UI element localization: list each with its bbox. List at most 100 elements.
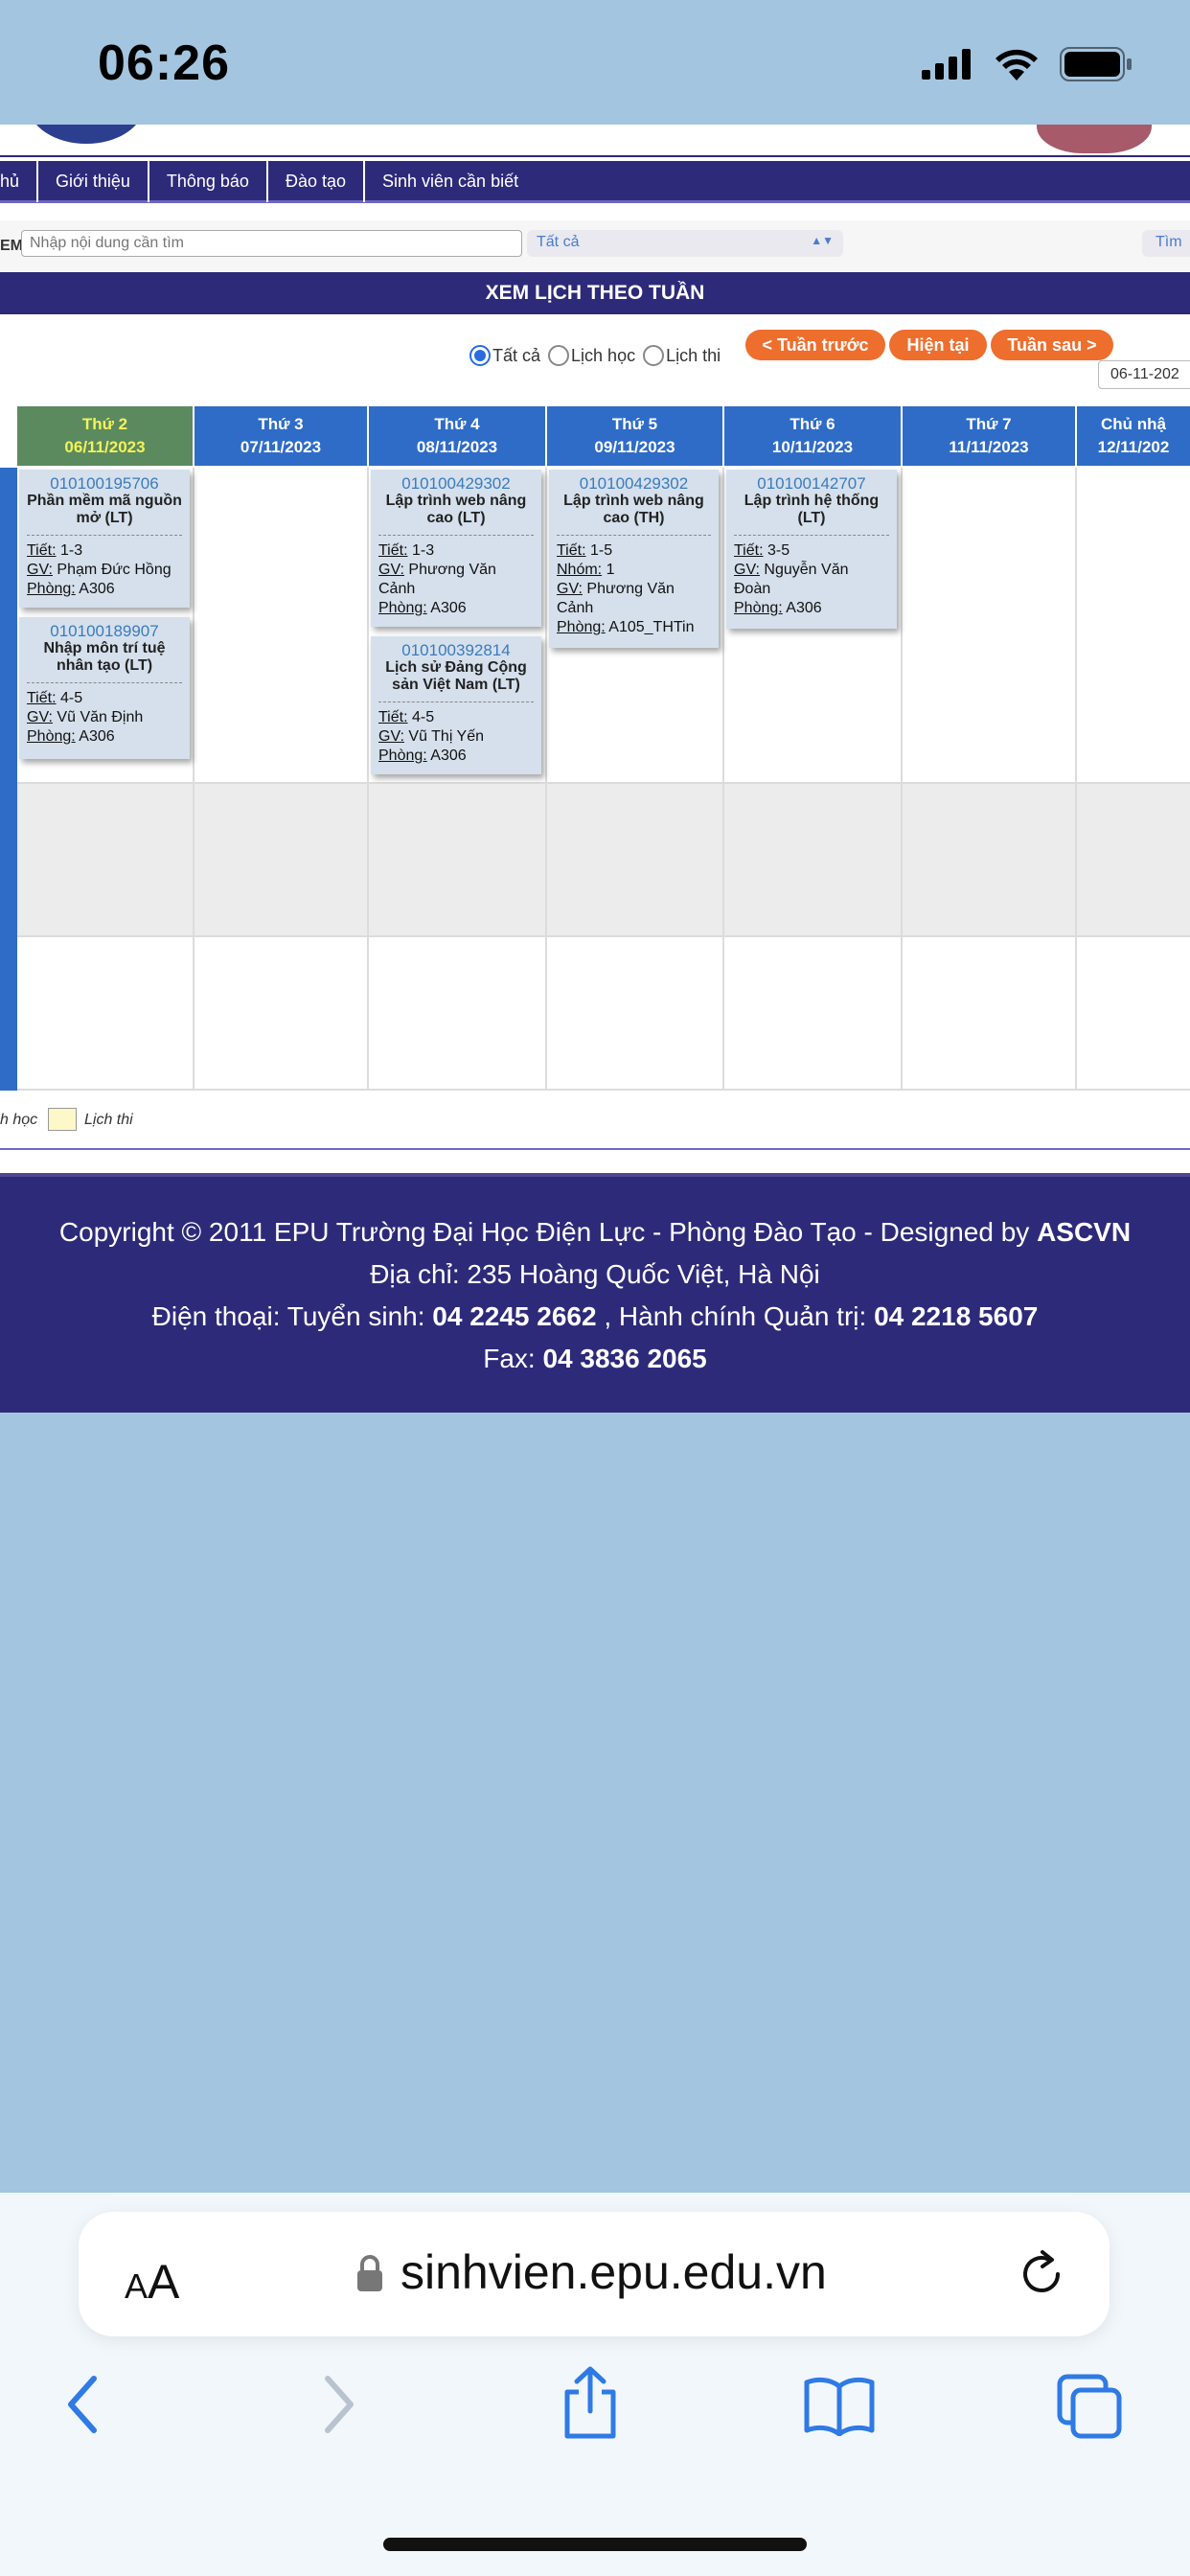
day-header-fri: Thứ 6 10/11/2023: [724, 406, 903, 466]
course-period: Tiết: 4-5: [378, 709, 435, 725]
footer-fax: Fax: 04 3836 2065: [483, 1344, 707, 1373]
day-date: 07/11/2023: [240, 438, 322, 456]
course-room: Phòng: A306: [734, 600, 822, 616]
radio-all[interactable]: Tất cả: [469, 345, 540, 366]
course-code: 010100142707: [757, 474, 866, 493]
course-divider: [378, 535, 534, 536]
day-name: Thứ 4: [434, 415, 480, 433]
main-nav: hủ Giới thiệu Thông báo Đào tạo Sinh viê…: [0, 159, 1190, 203]
course-room: Phòng: A306: [27, 728, 115, 745]
course-name: Phần mềm mã nguồn mở (LT): [27, 493, 182, 526]
chevron-updown-icon: ▲▼: [811, 234, 834, 247]
status-icons: [922, 44, 1133, 84]
day-header-thu: Thứ 5 09/11/2023: [547, 406, 724, 466]
day-date: 06/11/2023: [64, 438, 146, 456]
nav-item-notices[interactable]: Thông báo: [149, 159, 268, 202]
nav-item-student-info[interactable]: Sinh viên cần biết: [365, 160, 536, 202]
cell-sun-morning: [1077, 468, 1190, 784]
course-card[interactable]: 010100429302 Lập trình web nâng cao (LT)…: [371, 470, 541, 627]
reader-settings-button[interactable]: AA: [125, 2254, 179, 2310]
course-card[interactable]: 010100189907 Nhập môn trí tuệ nhân tạo (…: [19, 617, 190, 759]
course-period: Tiết: 3-5: [734, 542, 790, 559]
forward-icon[interactable]: [320, 2371, 358, 2438]
banner-image: [1037, 125, 1152, 153]
schedule-legend: h học Lịch thi: [0, 1096, 1190, 1150]
course-card[interactable]: 010100195706 Phần mềm mã nguồn mở (LT) T…: [19, 470, 190, 608]
course-code: 010100195706: [50, 474, 159, 493]
nav-item-about[interactable]: Giới thiệu: [38, 159, 149, 202]
radio-checked-icon: [469, 345, 491, 366]
course-card[interactable]: 010100429302 Lập trình web nâng cao (TH)…: [549, 470, 719, 648]
cell-sat-evening: [903, 937, 1077, 1091]
schedule-title: XEM LỊCH THEO TUẦN: [0, 272, 1190, 314]
day-name: Thứ 7: [966, 415, 1012, 433]
cellular-signal-icon: [922, 49, 971, 80]
cell-mon-afternoon: [17, 784, 195, 937]
filter-value: Tất cả: [537, 234, 580, 250]
cell-tue-morning: [195, 468, 369, 784]
course-code: 010100189907: [50, 622, 159, 640]
day-name: Thứ 5: [611, 415, 658, 433]
wifi-icon: [995, 49, 1038, 80]
radio-exam-label: Lịch thi: [666, 345, 721, 365]
day-date: 10/11/2023: [771, 438, 854, 456]
schedule-controls: Tất cả Lịch học Lịch thi < Tuần trước Hi…: [0, 316, 1190, 404]
cell-thu-evening: [547, 937, 724, 1091]
bookmarks-icon[interactable]: [803, 2375, 876, 2436]
course-name: Lịch sử Đảng Cộng sản Việt Nam (LT): [385, 659, 527, 693]
course-teacher: GV: Phạm Đức Hồng: [27, 562, 172, 578]
course-room: Phòng: A306: [378, 600, 467, 616]
course-group: Nhóm: 1: [557, 562, 615, 578]
cell-tue-afternoon: [195, 784, 369, 937]
cell-sat-morning: [903, 468, 1077, 784]
search-label: EM: [0, 238, 23, 254]
tabs-icon[interactable]: [1056, 2373, 1125, 2440]
cell-tue-evening: [195, 937, 369, 1091]
cell-wed-afternoon: [369, 784, 547, 937]
current-week-button[interactable]: Hiện tại: [889, 330, 987, 360]
day-header-wed: Thứ 4 08/11/2023: [369, 406, 547, 466]
webpage-viewport: hủ Giới thiệu Thông báo Đào tạo Sinh viê…: [0, 125, 1190, 1413]
nav-item-home[interactable]: hủ: [0, 159, 39, 202]
address-bar[interactable]: AA sinhvien.epu.edu.vn: [79, 2212, 1110, 2336]
site-footer: Copyright © 2011 EPU Trường Đại Học Điện…: [0, 1173, 1190, 1413]
radio-study[interactable]: Lịch học: [548, 345, 635, 366]
day-header-sun: Chủ nhậ 12/11/202: [1077, 406, 1190, 466]
date-input[interactable]: 06-11-202: [1098, 360, 1190, 389]
search-input[interactable]: [21, 230, 522, 257]
cell-mon-evening: [17, 937, 195, 1091]
radio-exam[interactable]: Lịch thi: [643, 345, 721, 366]
day-date: 11/11/2023: [949, 438, 1029, 456]
session-bar-morning: [0, 468, 17, 784]
search-filter-select[interactable]: Tất cả ▲▼: [527, 230, 843, 257]
course-period: Tiết: 1-3: [27, 542, 83, 559]
search-bar: EM Tất cả ▲▼ Tìm: [0, 220, 1190, 274]
legend-study-label: h học: [0, 1112, 38, 1128]
schedule-filter-radios: Tất cả Lịch học Lịch thi: [469, 345, 721, 366]
radio-all-label: Tất cả: [492, 345, 541, 365]
legend-exam-swatch: [48, 1108, 77, 1131]
cell-thu-afternoon: [547, 784, 724, 937]
footer-address: Địa chỉ: 235 Hoàng Quốc Việt, Hà Nội: [370, 1259, 820, 1289]
radio-unchecked-icon: [643, 345, 665, 366]
cell-wed-evening: [369, 937, 547, 1091]
banner-logo: [29, 125, 144, 144]
course-teacher: GV: Phương Văn Cảnh: [378, 562, 496, 597]
share-icon[interactable]: [560, 2365, 621, 2442]
course-code: 010100429302: [579, 474, 689, 493]
course-period: Tiết: 1-3: [378, 542, 435, 559]
reload-icon[interactable]: [1016, 2248, 1067, 2300]
day-name: Thứ 2: [81, 415, 128, 433]
next-week-button[interactable]: Tuần sau >: [991, 330, 1113, 360]
day-name: Chủ nhậ: [1101, 415, 1166, 433]
day-date: 09/11/2023: [594, 438, 675, 456]
course-name: Lập trình hệ thống (LT): [744, 493, 880, 526]
course-card[interactable]: 010100142707 Lập trình hệ thống (LT) Tiế…: [726, 470, 897, 629]
prev-week-button[interactable]: < Tuần trước: [745, 330, 885, 360]
course-card[interactable]: 010100392814 Lịch sử Đảng Cộng sản Việt …: [371, 636, 541, 774]
search-button[interactable]: Tìm: [1142, 230, 1190, 257]
nav-item-training[interactable]: Đào tạo: [268, 159, 365, 202]
footer-copyright: Copyright © 2011 EPU Trường Đại Học Điện…: [58, 1217, 1132, 1247]
day-header-sat: Thứ 7 11/11/2023: [903, 406, 1077, 466]
back-icon[interactable]: [63, 2371, 102, 2438]
